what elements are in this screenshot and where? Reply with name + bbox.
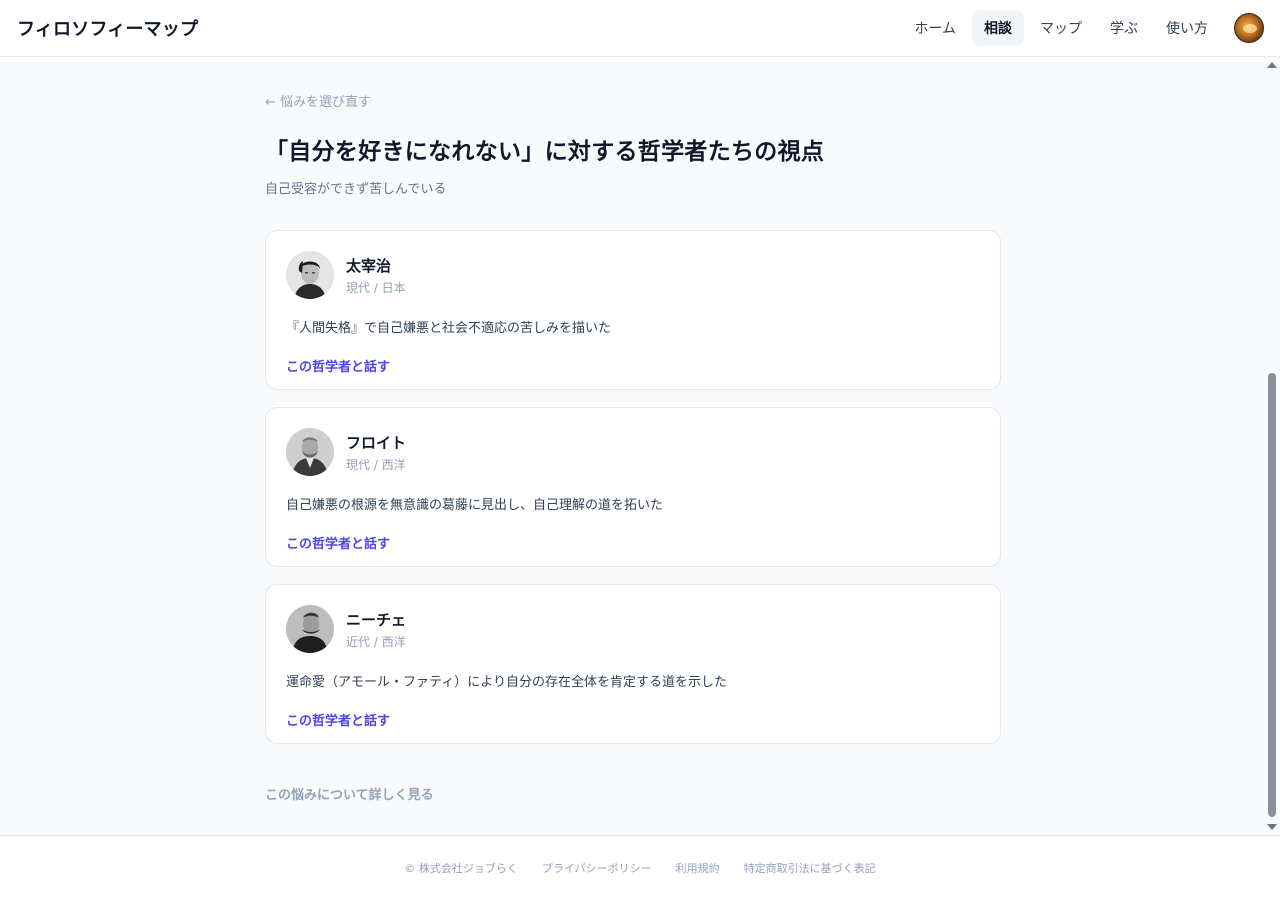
scroll-down-icon[interactable]	[1267, 824, 1277, 830]
top-header: フィロソフィーマップ ホーム 相談 マップ 学ぶ 使い方	[0, 0, 1280, 57]
footer-terms-link[interactable]: 利用規約	[676, 860, 720, 876]
page-scrollbar[interactable]	[1264, 57, 1280, 835]
philosopher-portrait	[286, 428, 334, 476]
nav-learn[interactable]: 学ぶ	[1098, 10, 1150, 46]
philosopher-info: ニーチェ 近代 / 西洋	[346, 609, 406, 650]
philosopher-card-dazai: 太宰治 現代 / 日本 『人間失格』で自己嫌悪と社会不適応の苦しみを描いた この…	[265, 230, 1001, 390]
nav-map[interactable]: マップ	[1028, 10, 1094, 46]
philosopher-card-header: 太宰治 現代 / 日本	[286, 251, 980, 299]
footer-commerce-law-link[interactable]: 特定商取引法に基づく表記	[744, 860, 876, 876]
worry-details-link[interactable]: この悩みについて詳しく見る	[265, 784, 434, 803]
page-subtitle: 自己受容ができず苦しんでいる	[265, 182, 447, 197]
main-nav: ホーム 相談 マップ 学ぶ 使い方	[902, 10, 1264, 46]
scroll-up-icon[interactable]	[1267, 62, 1277, 68]
philosopher-era: 近代 / 西洋	[346, 634, 406, 649]
philosopher-name: ニーチェ	[346, 610, 407, 629]
philosopher-portrait	[286, 605, 334, 653]
user-avatar[interactable]	[1234, 13, 1264, 43]
talk-to-philosopher-button[interactable]: この哲学者と話す	[286, 710, 390, 729]
philosopher-card-nietzsche: ニーチェ 近代 / 西洋 運命愛（アモール・ファティ）により自分の存在全体を肯定…	[265, 584, 1001, 744]
philosopher-description: 運命愛（アモール・ファティ）により自分の存在全体を肯定する道を示した	[286, 675, 727, 690]
philosopher-era: 現代 / 西洋	[346, 457, 406, 472]
portrait-image	[286, 428, 334, 476]
philosopher-portrait	[286, 251, 334, 299]
philosopher-description: 自己嫌悪の根源を無意識の葛藤に見出し、自己理解の道を拓いた	[286, 498, 664, 513]
footer-privacy-link[interactable]: プライバシーポリシー	[542, 860, 652, 876]
portrait-image	[286, 251, 334, 299]
scrollbar-thumb[interactable]	[1268, 373, 1276, 817]
philosopher-card-header: フロイト 現代 / 西洋	[286, 428, 980, 476]
back-to-worries-link[interactable]: ← 悩みを選び直す	[265, 91, 371, 110]
nav-home[interactable]: ホーム	[902, 10, 968, 46]
talk-to-philosopher-button[interactable]: この哲学者と話す	[286, 533, 390, 552]
brand-logo[interactable]: フィロソフィーマップ	[17, 15, 198, 41]
talk-to-philosopher-button[interactable]: この哲学者と話す	[286, 356, 390, 375]
nav-how-to[interactable]: 使い方	[1154, 10, 1220, 46]
footer-copyright: © 株式会社ジョブらく	[404, 862, 518, 875]
philosopher-description: 『人間失格』で自己嫌悪と社会不適応の苦しみを描いた	[286, 321, 612, 336]
philosopher-name: フロイト	[346, 433, 407, 452]
site-footer: © 株式会社ジョブらく プライバシーポリシー 利用規約 特定商取引法に基づく表記	[0, 835, 1280, 900]
main-content: ← 悩みを選び直す 「自分を好きになれない」に対する哲学者たちの視点 自己受容が…	[265, 57, 1001, 803]
portrait-image	[286, 605, 334, 653]
philosopher-name: 太宰治	[346, 256, 392, 275]
philosopher-era: 現代 / 日本	[346, 280, 406, 295]
philosopher-info: 太宰治 現代 / 日本	[346, 255, 406, 296]
nav-consult[interactable]: 相談	[972, 10, 1024, 46]
page-title: 「自分を好きになれない」に対する哲学者たちの視点	[265, 139, 825, 165]
philosopher-info: フロイト 現代 / 西洋	[346, 432, 406, 473]
philosopher-list: 太宰治 現代 / 日本 『人間失格』で自己嫌悪と社会不適応の苦しみを描いた この…	[265, 230, 1001, 744]
philosopher-card-header: ニーチェ 近代 / 西洋	[286, 605, 980, 653]
philosopher-card-freud: フロイト 現代 / 西洋 自己嫌悪の根源を無意識の葛藤に見出し、自己理解の道を拓…	[265, 407, 1001, 567]
